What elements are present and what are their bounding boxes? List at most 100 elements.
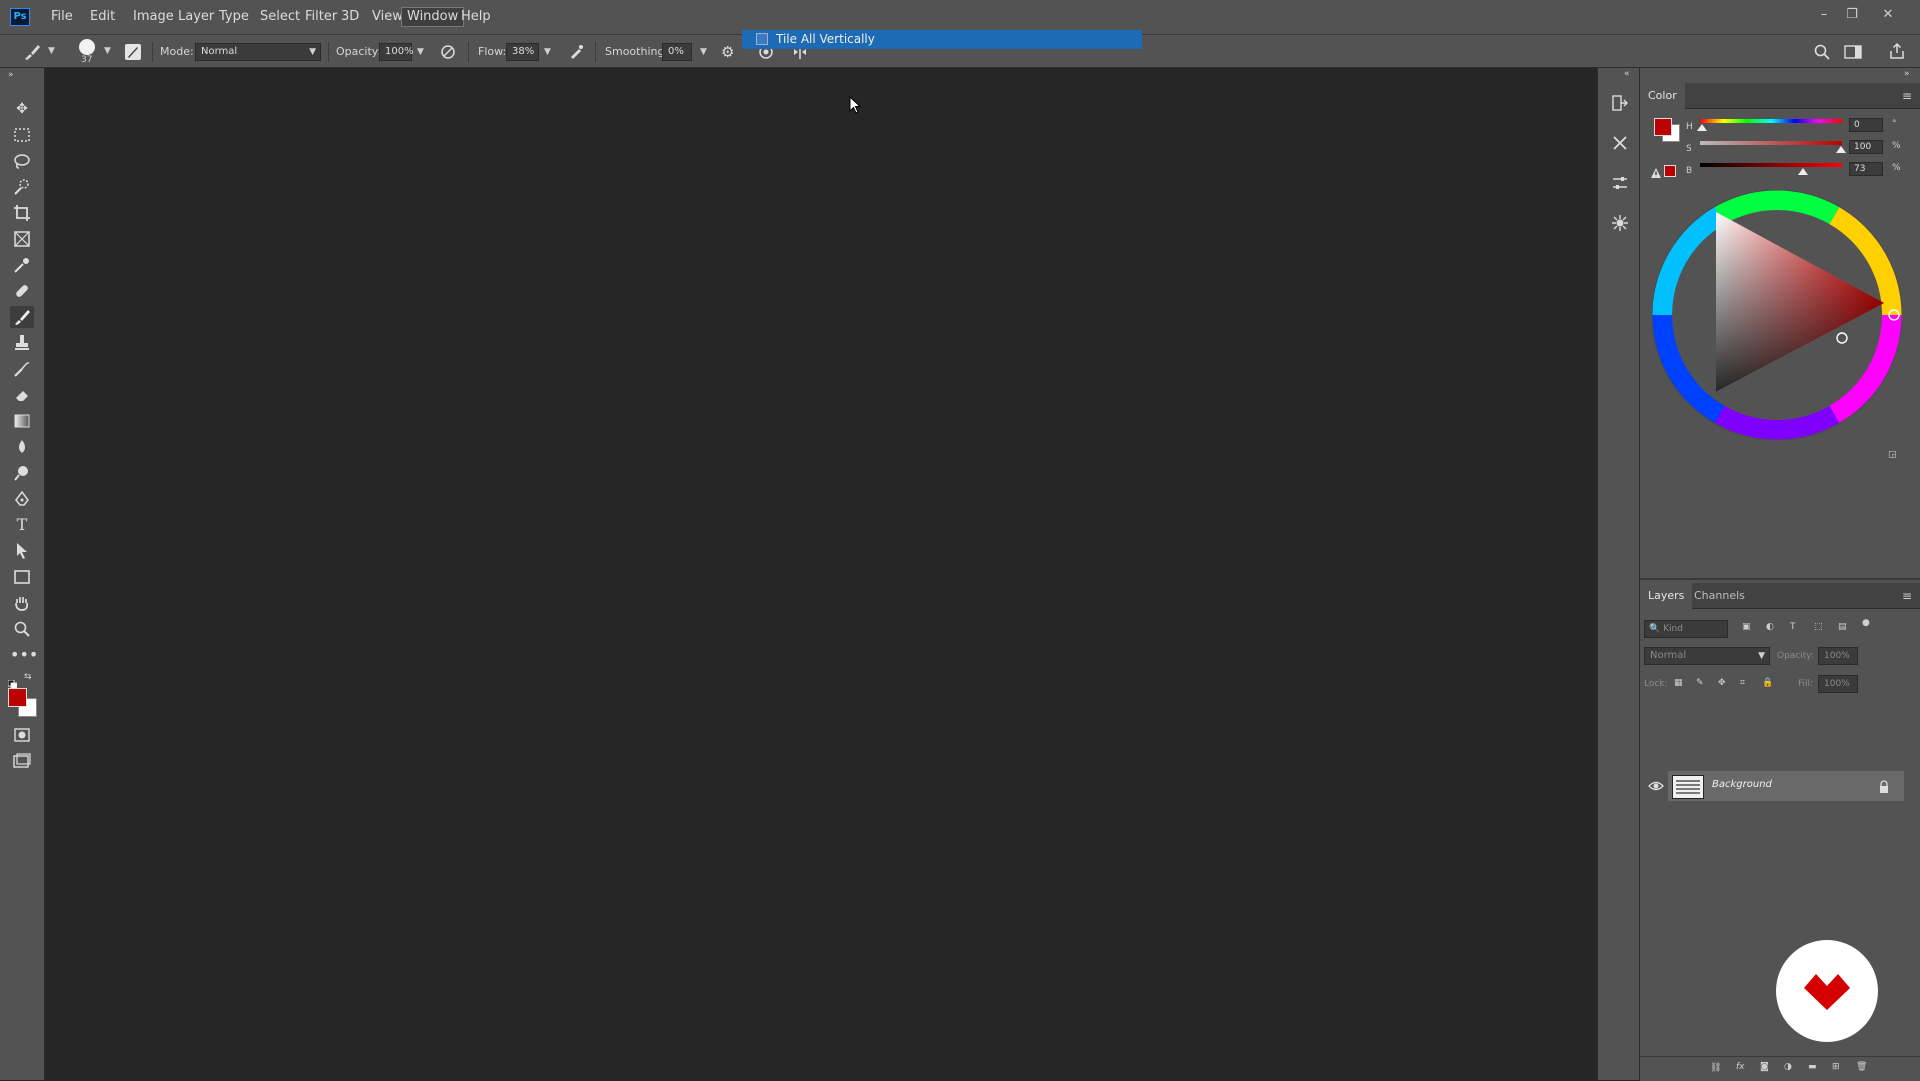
hue-input[interactable]: 0 bbox=[1849, 118, 1883, 132]
filter-type-icon[interactable]: T bbox=[1790, 622, 1796, 632]
swap-colors-icon[interactable]: ⇆ bbox=[24, 672, 32, 682]
menu-layer[interactable]: Layer bbox=[173, 7, 219, 27]
close-button[interactable]: ✕ bbox=[1876, 4, 1900, 26]
tab-layers[interactable]: Layers bbox=[1640, 583, 1693, 609]
brush-settings-toggle-icon[interactable] bbox=[125, 44, 141, 60]
color-wheel[interactable] bbox=[1651, 189, 1903, 441]
pen-tool-icon[interactable] bbox=[10, 488, 34, 510]
link-layers-icon[interactable]: ⛓ bbox=[1710, 1063, 1721, 1073]
foreground-color-swatch[interactable] bbox=[8, 688, 27, 707]
quick-mask-icon[interactable] bbox=[10, 724, 34, 746]
share-icon[interactable] bbox=[1888, 42, 1906, 60]
saturation-slider-handle[interactable] bbox=[1836, 146, 1846, 153]
collapse-strip-icon[interactable]: « bbox=[1624, 69, 1630, 79]
pressure-opacity-icon[interactable] bbox=[440, 44, 456, 60]
out-of-gamut-warning-icon[interactable] bbox=[1650, 164, 1662, 178]
hand-tool-icon[interactable] bbox=[10, 592, 34, 614]
adjustments-panel-icon[interactable] bbox=[1609, 172, 1631, 194]
lock-transparent-pixels-icon[interactable]: ▦ bbox=[1674, 678, 1683, 688]
healing-brush-tool-icon[interactable] bbox=[10, 280, 34, 302]
properties-panel-icon[interactable] bbox=[1609, 212, 1631, 234]
quick-selection-tool-icon[interactable] bbox=[10, 176, 34, 198]
collapse-panels-icon[interactable]: » bbox=[1904, 69, 1910, 79]
brush-tip-icon[interactable] bbox=[79, 39, 95, 55]
tab-channels[interactable]: Channels bbox=[1686, 583, 1753, 609]
visibility-eye-icon[interactable] bbox=[1648, 778, 1664, 794]
layer-effects-icon[interactable]: fx bbox=[1736, 1062, 1745, 1072]
layer-blend-mode-select[interactable]: Normal ▼ bbox=[1644, 647, 1770, 665]
fill-input[interactable]: 100% bbox=[1818, 675, 1858, 693]
filter-pixel-icon[interactable]: ▣ bbox=[1742, 622, 1751, 632]
lock-all-icon[interactable]: 🔒 bbox=[1762, 678, 1773, 688]
hue-slider-handle[interactable] bbox=[1697, 124, 1707, 131]
dodge-tool-icon[interactable] bbox=[10, 462, 34, 484]
more-tools-icon[interactable]: ••• bbox=[10, 644, 38, 666]
panel-menu-icon[interactable]: ≡ bbox=[1902, 589, 1912, 603]
tab-color[interactable]: Color bbox=[1640, 83, 1685, 109]
flow-input[interactable]: 38% bbox=[506, 43, 539, 61]
lock-position-icon[interactable]: ✥ bbox=[1718, 678, 1726, 688]
lock-image-pixels-icon[interactable]: ✎ bbox=[1696, 678, 1704, 688]
chevron-down-icon[interactable]: ▼ bbox=[48, 46, 55, 56]
layer-row-background[interactable]: Background bbox=[1644, 771, 1920, 801]
add-mask-icon[interactable]: ◙ bbox=[1760, 1062, 1769, 1072]
brush-settings-panel-icon[interactable] bbox=[1609, 132, 1631, 154]
filter-smart-object-icon[interactable]: ▤ bbox=[1838, 622, 1847, 632]
workspace-icon[interactable] bbox=[1844, 44, 1862, 60]
layer-opacity-input[interactable]: 100% bbox=[1818, 647, 1858, 665]
gear-icon[interactable]: ⚙ bbox=[721, 44, 737, 60]
panel-menu-icon[interactable]: ≡ bbox=[1902, 89, 1912, 103]
brush-tool-icon[interactable] bbox=[10, 306, 34, 328]
rectangle-tool-icon[interactable] bbox=[10, 566, 34, 588]
menu-image[interactable]: Image bbox=[128, 7, 179, 27]
lock-artboard-icon[interactable]: ⌗ bbox=[1740, 678, 1745, 688]
new-group-icon[interactable]: ▬ bbox=[1808, 1062, 1817, 1072]
history-panel-icon[interactable] bbox=[1609, 92, 1631, 114]
history-brush-tool-icon[interactable] bbox=[10, 358, 34, 380]
lasso-tool-icon[interactable] bbox=[10, 150, 34, 172]
trash-icon[interactable]: 🗑 bbox=[1856, 1062, 1867, 1072]
filter-shape-icon[interactable]: ⬚ bbox=[1814, 622, 1823, 632]
crop-tool-icon[interactable] bbox=[10, 202, 34, 224]
eraser-tool-icon[interactable] bbox=[10, 384, 34, 406]
gradient-tool-icon[interactable] bbox=[10, 410, 34, 432]
blur-tool-icon[interactable] bbox=[10, 436, 34, 458]
chevron-down-icon[interactable]: ▼ bbox=[104, 46, 111, 56]
menu-3d[interactable]: 3D bbox=[336, 7, 364, 27]
menu-edit[interactable]: Edit bbox=[85, 7, 120, 27]
menu-type[interactable]: Type bbox=[214, 7, 254, 27]
zoom-tool-icon[interactable] bbox=[10, 618, 34, 640]
restore-button[interactable]: ❐ bbox=[1840, 4, 1864, 26]
brightness-slider[interactable] bbox=[1700, 163, 1842, 167]
menu-select[interactable]: Select bbox=[255, 7, 305, 27]
filter-toggle-icon[interactable]: ● bbox=[1862, 618, 1870, 628]
chevron-down-icon[interactable]: ▼ bbox=[700, 47, 707, 57]
mode-select[interactable]: Normal ▼ bbox=[195, 43, 321, 61]
expand-panel-icon[interactable]: ◲ bbox=[1888, 450, 1897, 460]
collapse-toolbar-icon[interactable]: » bbox=[8, 70, 14, 80]
menu-help[interactable]: Help bbox=[456, 7, 496, 27]
move-tool-icon[interactable]: ✥ bbox=[10, 98, 34, 120]
screen-mode-icon[interactable] bbox=[10, 750, 34, 772]
document-canvas-area[interactable] bbox=[45, 68, 1597, 1080]
chevron-down-icon[interactable]: ▼ bbox=[417, 47, 424, 57]
brightness-input[interactable]: 73 bbox=[1849, 162, 1883, 176]
airbrush-icon[interactable] bbox=[568, 44, 584, 60]
gamut-swatch[interactable] bbox=[1664, 165, 1676, 177]
frame-tool-icon[interactable] bbox=[10, 228, 34, 250]
new-layer-icon[interactable]: ⊞ bbox=[1832, 1062, 1840, 1072]
adjustment-layer-icon[interactable]: ◑ bbox=[1784, 1062, 1792, 1072]
search-icon[interactable] bbox=[1813, 43, 1831, 61]
brush-tool-preset-icon[interactable] bbox=[22, 42, 42, 62]
eyedropper-tool-icon[interactable] bbox=[10, 254, 34, 276]
chevron-down-icon[interactable]: ▼ bbox=[544, 47, 551, 57]
path-selection-tool-icon[interactable] bbox=[10, 540, 34, 562]
hue-slider[interactable] bbox=[1700, 119, 1842, 123]
marquee-tool-icon[interactable] bbox=[10, 124, 34, 146]
color-panel-foreground-swatch[interactable] bbox=[1654, 118, 1672, 136]
menu-item-tile-all-vertically[interactable]: Tile All Vertically bbox=[742, 30, 1142, 49]
opacity-input[interactable]: 100% bbox=[379, 43, 414, 61]
menu-window[interactable]: Window bbox=[401, 7, 465, 27]
filter-adjustment-icon[interactable]: ◐ bbox=[1766, 622, 1774, 632]
saturation-slider[interactable] bbox=[1700, 141, 1842, 145]
